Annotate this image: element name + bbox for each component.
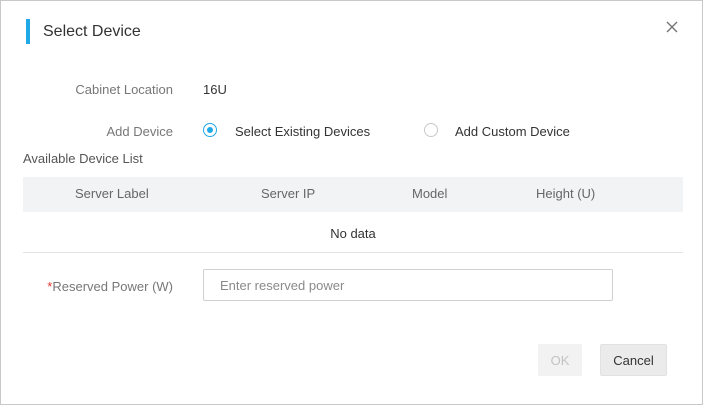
cabinet-location-label: Cabinet Location <box>75 82 173 97</box>
title-accent-bar <box>26 19 30 44</box>
close-button[interactable] <box>662 17 682 37</box>
close-icon <box>666 21 678 33</box>
cancel-button[interactable]: Cancel <box>600 344 667 376</box>
device-table-header: Server Label Server IP Model Height (U) <box>23 177 683 212</box>
reserved-power-label: Reserved Power (W) <box>52 279 173 294</box>
column-header-model[interactable]: Model <box>412 186 447 202</box>
radio-label-add-custom-device[interactable]: Add Custom Device <box>455 124 570 140</box>
ok-button[interactable]: OK <box>538 344 582 376</box>
radio-add-custom-device[interactable] <box>424 123 438 137</box>
reserved-power-input[interactable] <box>203 269 613 301</box>
radio-select-existing-devices[interactable] <box>203 123 217 137</box>
empty-state-text: No data <box>330 226 376 241</box>
cabinet-location-value: 16U <box>203 82 227 97</box>
dialog-title: Select Device <box>43 23 141 40</box>
radio-label-select-existing-devices[interactable]: Select Existing Devices <box>235 124 370 140</box>
column-header-server-label[interactable]: Server Label <box>75 186 149 202</box>
column-header-height[interactable]: Height (U) <box>536 186 595 202</box>
available-device-list-title: Available Device List <box>23 151 143 166</box>
select-device-dialog: Select Device Cabinet Location 16U Add D… <box>0 0 703 405</box>
column-header-server-ip[interactable]: Server IP <box>261 186 315 202</box>
reserved-power-label-wrapper: *Reserved Power (W) <box>21 279 173 295</box>
device-table-body: No data <box>23 212 683 253</box>
add-device-label: Add Device <box>106 124 173 139</box>
